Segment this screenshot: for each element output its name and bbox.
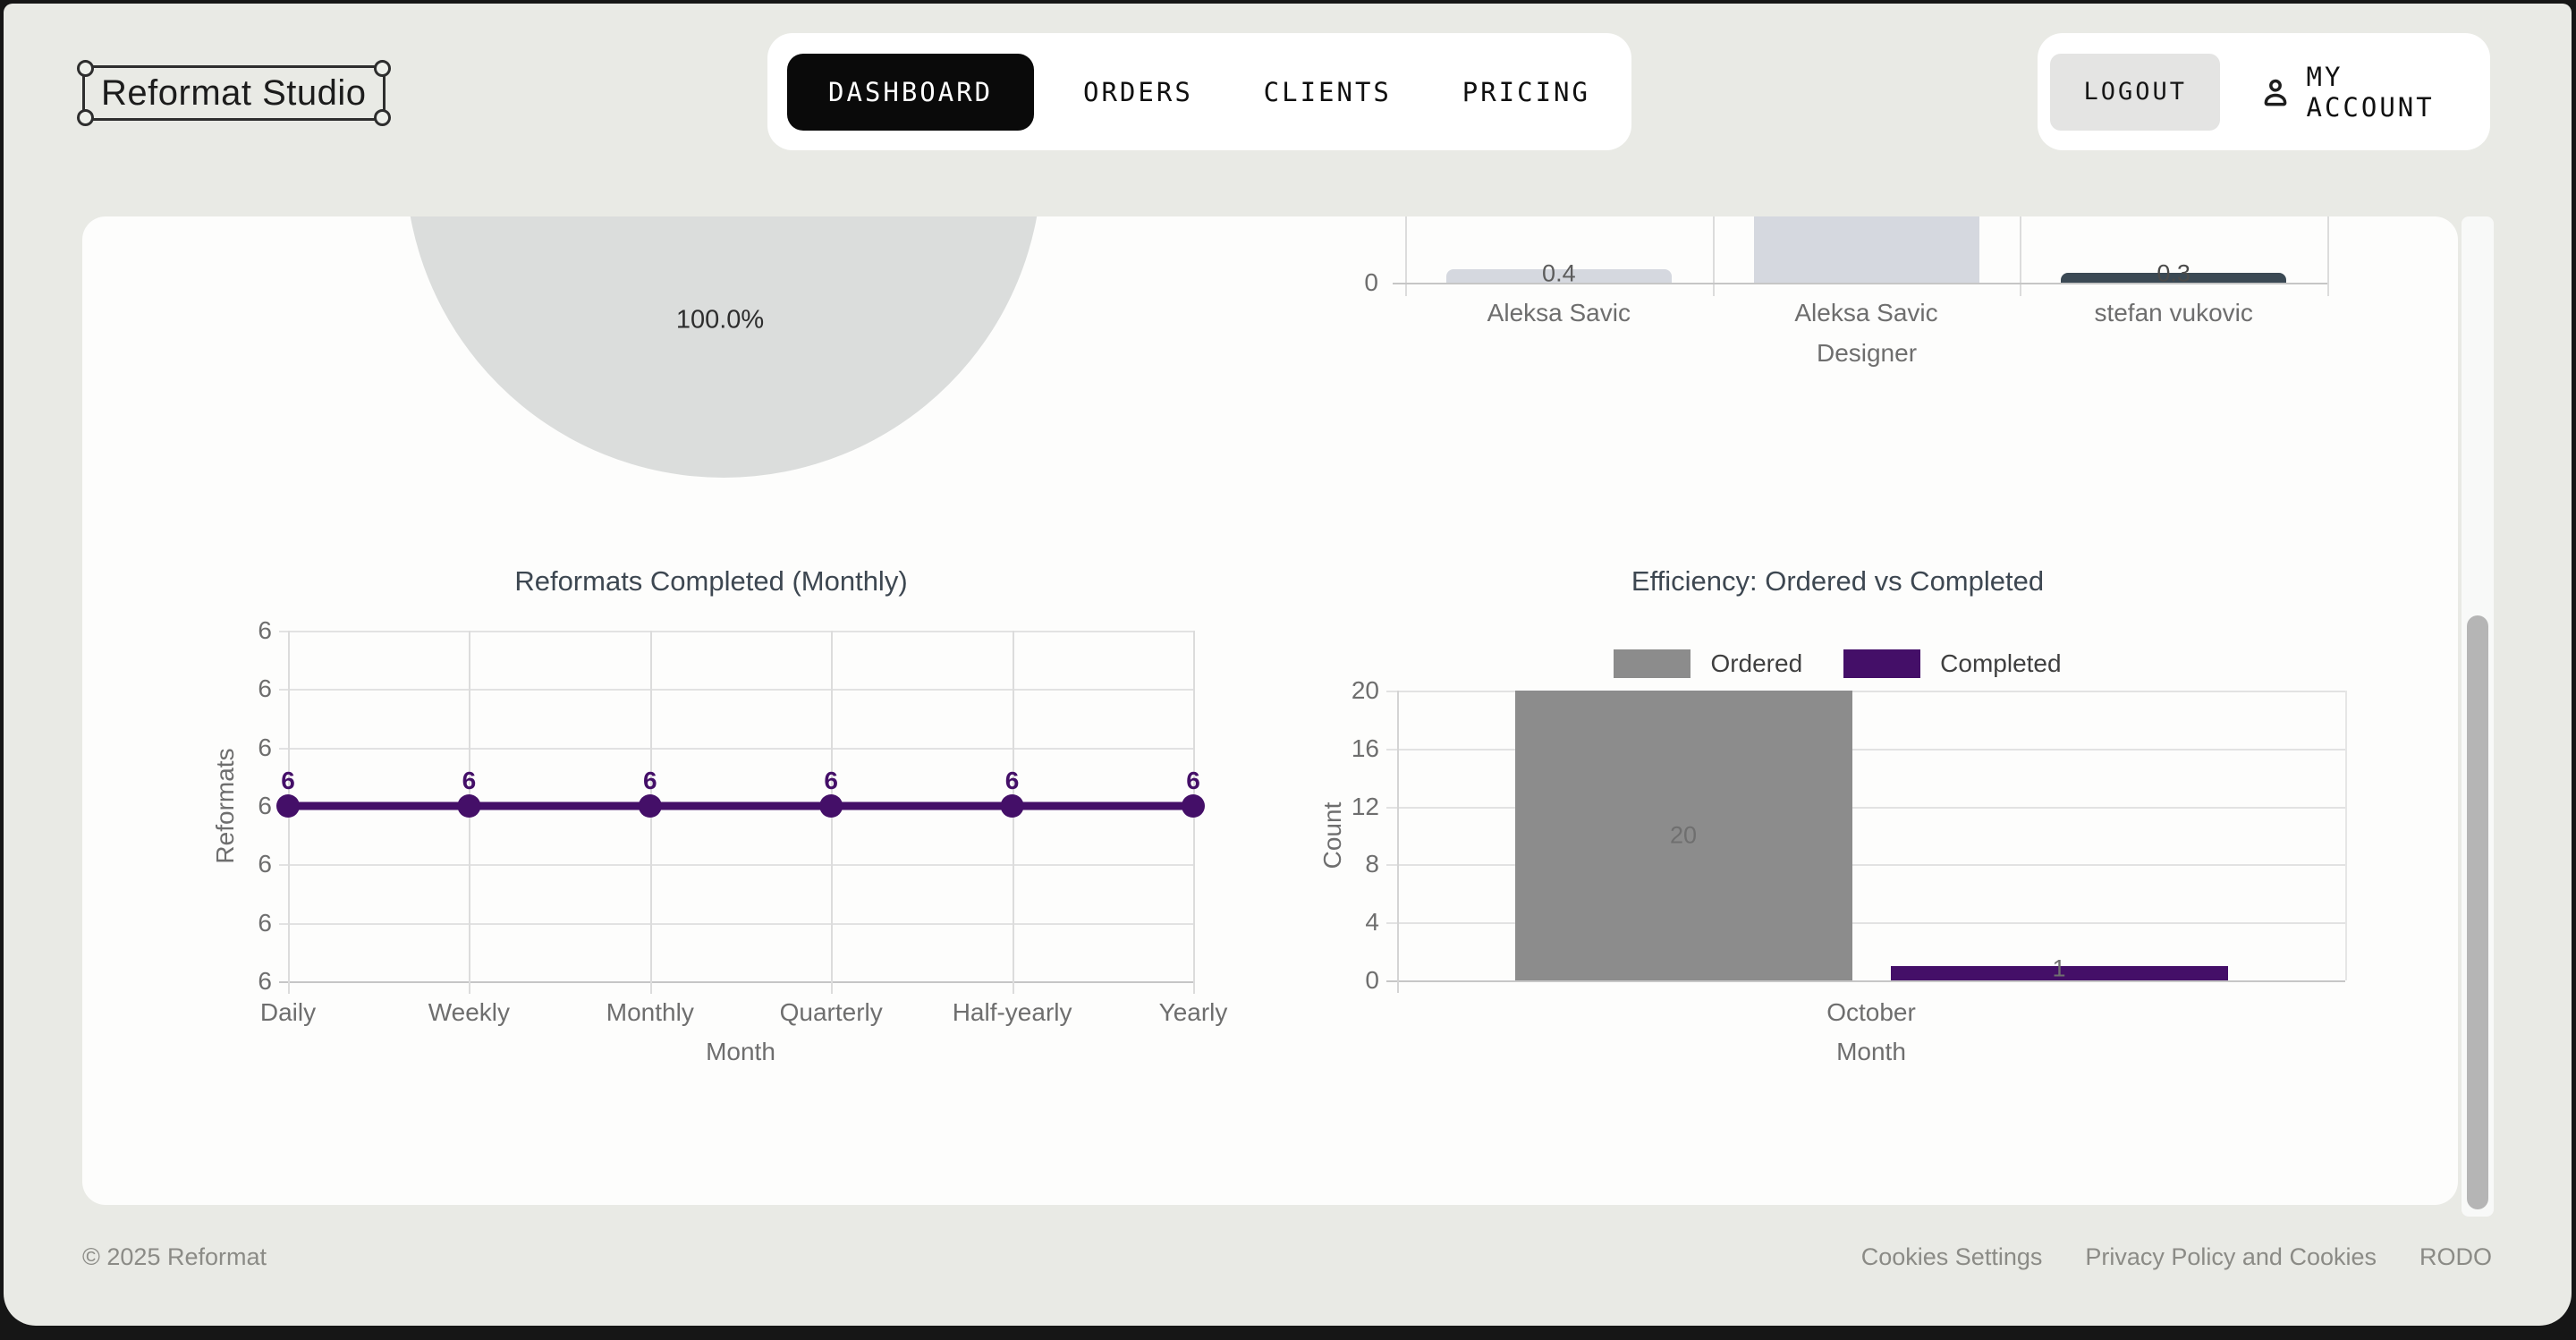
line-point-label: 6: [462, 767, 477, 795]
nav-tab-pricing[interactable]: PRICING: [1441, 77, 1612, 107]
efficiency-axis-line: [1397, 691, 1399, 993]
designer-y-tick: 0: [1364, 268, 1378, 297]
efficiency-y-tick: 0: [1365, 966, 1379, 995]
main-nav: DASHBOARD ORDERS CLIENTS PRICING: [767, 33, 1631, 150]
line-chart-gridline: [1013, 631, 1014, 994]
designer-gridline: [2327, 216, 2329, 296]
nav-tab-orders[interactable]: ORDERS: [1062, 77, 1215, 107]
line-chart-x-tick: Half-yearly: [953, 998, 1072, 1027]
efficiency-bar-value: 1: [2052, 955, 2065, 983]
nav-tab-clients[interactable]: CLIENTS: [1242, 77, 1413, 107]
line-chart-x-tick: Yearly: [1159, 998, 1228, 1027]
efficiency-y-tick: 16: [1352, 734, 1379, 763]
my-account-button[interactable]: MY ACCOUNT: [2258, 62, 2478, 123]
line-chart-y-tick: 6: [258, 674, 272, 703]
privacy-policy-link[interactable]: Privacy Policy and Cookies: [2085, 1243, 2377, 1271]
line-chart-gridline: [279, 689, 1193, 691]
line-chart-y-tick: 6: [258, 616, 272, 645]
my-account-label: MY ACCOUNT: [2306, 62, 2478, 123]
line-chart-y-tick: 6: [258, 792, 272, 820]
line-chart-gridline: [650, 631, 652, 994]
line-chart-gridline: [831, 631, 833, 994]
logout-button[interactable]: LOGOUT: [2050, 54, 2220, 131]
ordered-legend-swatch: [1614, 649, 1690, 678]
efficiency-y-axis-title: Count: [1318, 802, 1347, 869]
logo-handle-icon: [77, 60, 94, 77]
completed-legend-label: Completed: [1940, 649, 2061, 678]
line-point-label: 6: [824, 767, 838, 795]
line-chart-gridline: [279, 748, 1193, 750]
line-x-axis-title: Month: [706, 1038, 775, 1066]
efficiency-x-tick: October: [1826, 998, 1916, 1027]
cookies-settings-link[interactable]: Cookies Settings: [1861, 1243, 2043, 1271]
ordered-legend-label: Ordered: [1710, 649, 1802, 678]
efficiency-x-axis-title: Month: [1836, 1038, 1906, 1066]
logo-text: Reformat Studio: [101, 73, 367, 114]
line-chart-gridline: [279, 981, 1193, 983]
line-chart-x-tick: Daily: [260, 998, 316, 1027]
designer-bar-value: 0.4: [1542, 260, 1576, 288]
efficiency-gridline: [2345, 691, 2347, 980]
footer-links: Cookies Settings Privacy Policy and Cook…: [1861, 1243, 2492, 1271]
line-chart-y-tick: 6: [258, 850, 272, 878]
efficiency-y-tick: 20: [1352, 676, 1379, 705]
line-point-label: 6: [281, 767, 295, 795]
line-chart-gridline: [1193, 631, 1195, 994]
pie-slice-label: 100.0%: [676, 306, 764, 335]
app-window: Reformat Studio DASHBOARD ORDERS CLIENTS…: [4, 4, 2572, 1326]
line-chart-y-tick: 6: [258, 909, 272, 937]
line-point-label: 6: [1186, 767, 1200, 795]
line-point-label: 6: [1005, 767, 1020, 795]
footer: © 2025 Reformat Cookies Settings Privacy…: [82, 1243, 2492, 1271]
efficiency-y-tick: 4: [1365, 908, 1379, 937]
logo-handle-icon: [374, 60, 391, 77]
designer-category-label: Aleksa Savic: [1487, 299, 1631, 327]
line-chart-x-tick: Quarterly: [780, 998, 883, 1027]
line-point-label: 6: [643, 767, 657, 795]
efficiency-chart-title: Efficiency: Ordered vs Completed: [1330, 565, 2345, 598]
line-chart-gridline: [469, 631, 470, 994]
line-y-axis-title: Reformats: [211, 748, 240, 863]
logo[interactable]: Reformat Studio: [82, 65, 386, 121]
efficiency-legend: Ordered Completed: [1330, 649, 2345, 678]
line-chart-x-tick: Weekly: [428, 998, 510, 1027]
dashboard-card: 100.0% Designer 0 0.4 Aleksa Savic Aleksa S…: [82, 216, 2458, 1205]
rodo-link[interactable]: RODO: [2419, 1243, 2492, 1271]
logo-handle-icon: [77, 109, 94, 126]
line-chart-gridline: [279, 631, 1193, 632]
pie-slice: [405, 216, 1042, 478]
line-chart-gridline: [279, 923, 1193, 925]
line-chart-gridline: [288, 631, 290, 994]
designer-category-label: Aleksa Savic: [1794, 299, 1937, 327]
efficiency-y-tick: 12: [1352, 793, 1379, 821]
logo-handle-icon: [374, 109, 391, 126]
designer-x-axis-title: Designer: [1817, 339, 1917, 368]
line-chart-y-tick: 6: [258, 967, 272, 996]
person-icon: [2258, 74, 2293, 110]
efficiency-bar-value: 20: [1670, 822, 1697, 850]
nav-tab-dashboard[interactable]: DASHBOARD: [787, 54, 1034, 131]
scrollbar-track[interactable]: [2462, 216, 2494, 1217]
completed-legend-swatch: [1843, 649, 1920, 678]
efficiency-gridline: [1386, 980, 2345, 982]
efficiency-y-tick: 8: [1365, 850, 1379, 878]
line-chart-gridline: [279, 806, 1193, 808]
copyright-text: © 2025 Reformat: [82, 1243, 267, 1271]
account-card: LOGOUT MY ACCOUNT: [2038, 33, 2490, 150]
scrollbar-thumb[interactable]: [2467, 615, 2488, 1209]
designer-category-label: stefan vukovic: [2094, 299, 2252, 327]
designer-bar-value: 0.3: [2157, 260, 2190, 288]
line-chart-gridline: [279, 864, 1193, 866]
designer-bar: [1754, 216, 1979, 283]
line-chart-y-tick: 6: [258, 734, 272, 762]
line-chart-title: Reformats Completed (Monthly): [227, 565, 1195, 598]
line-chart-x-tick: Monthly: [606, 998, 694, 1027]
